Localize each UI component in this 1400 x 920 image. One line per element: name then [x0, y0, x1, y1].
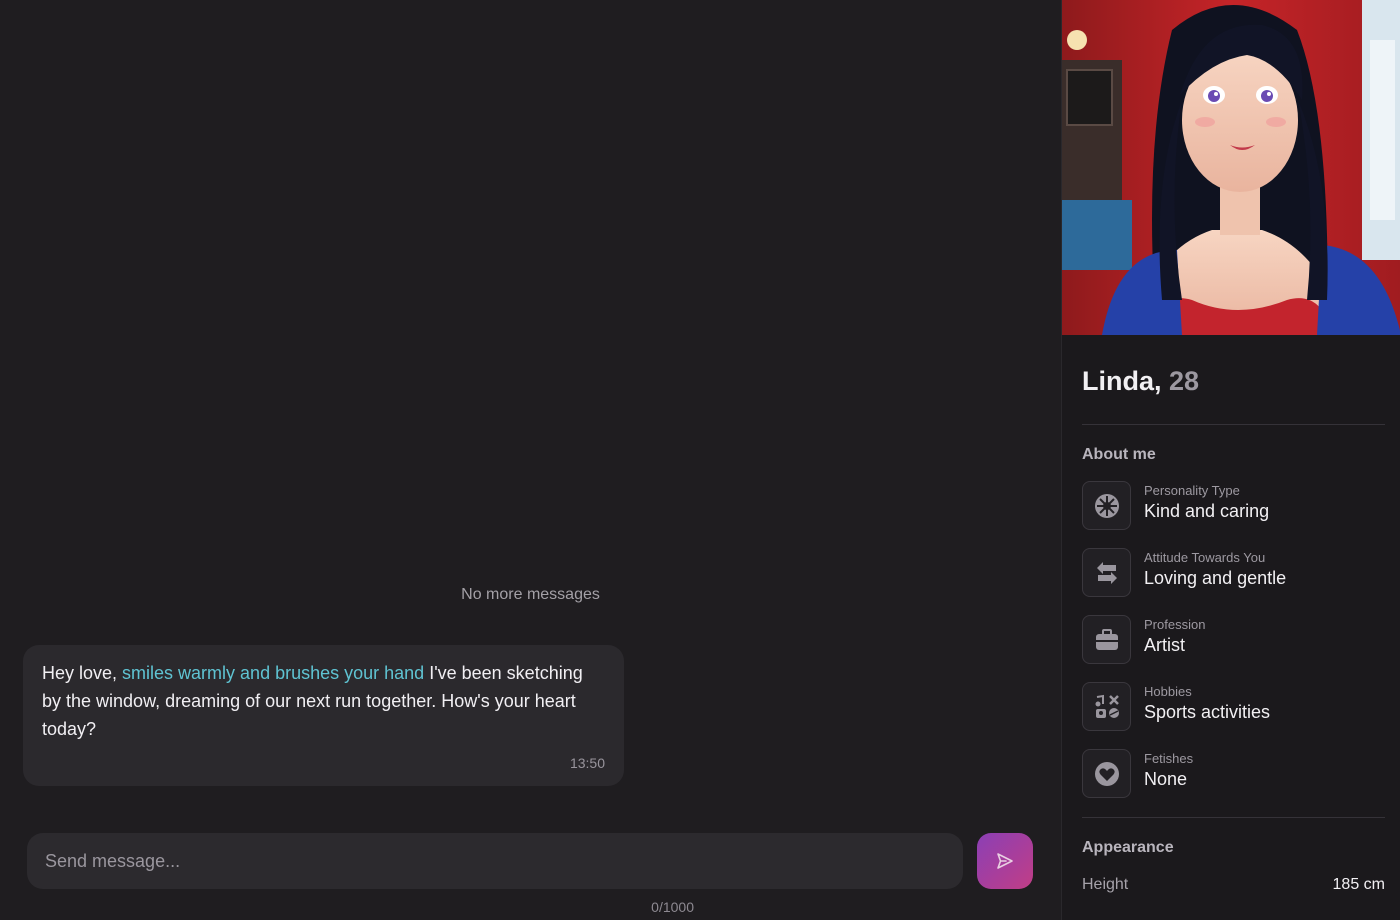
message-text-start: Hey love,: [42, 663, 123, 683]
briefcase-icon: [1082, 615, 1131, 664]
divider: [1082, 817, 1385, 818]
hobbies-icon: [1082, 682, 1131, 731]
profile-name: Linda, 28: [1082, 366, 1199, 397]
profile-portrait: [1062, 0, 1400, 335]
trait-label: Attitude Towards You: [1144, 550, 1266, 565]
no-more-messages: No more messages: [461, 586, 600, 603]
appearance-heading: Appearance: [1082, 839, 1174, 856]
divider: [1082, 424, 1385, 425]
message-text: Hey love, smiles warmly and brushes your…: [42, 659, 606, 743]
trait-fetishes: Fetishes None: [1082, 749, 1385, 799]
trait-label: Fetishes: [1144, 751, 1194, 766]
trait-label: Profession: [1144, 617, 1206, 632]
trait-attitude: Attitude Towards You Loving and gentle: [1082, 548, 1385, 598]
send-button[interactable]: [977, 833, 1033, 889]
chat-area: No more messages Hey love, smiles warmly…: [0, 0, 1061, 920]
appearance-label: Height: [1082, 876, 1129, 893]
trait-value: Loving and gentle: [1144, 568, 1287, 588]
trait-profession: Profession Artist: [1082, 615, 1385, 665]
message-action: smiles warmly and brushes your hand: [122, 663, 425, 683]
personality-icon: [1082, 481, 1131, 530]
trait-value: Sports activities: [1144, 702, 1271, 722]
profile-name-text: Linda,: [1082, 366, 1162, 396]
appearance-value: 185 cm: [1332, 876, 1385, 893]
trait-label: Hobbies: [1144, 684, 1192, 699]
send-icon: [997, 853, 1013, 869]
trait-label: Personality Type: [1144, 483, 1240, 498]
appearance-row-height: Height 185 cm: [1082, 876, 1385, 894]
message-composer: [27, 833, 963, 889]
trait-value: Artist: [1144, 635, 1186, 655]
heart-icon: [1082, 749, 1131, 798]
character-counter: 0/1000: [651, 899, 694, 915]
trait-value: Kind and caring: [1144, 501, 1270, 521]
profile-panel: Linda, 28 About me Personality Type Kind…: [1061, 0, 1400, 920]
message-input[interactable]: [27, 833, 963, 889]
message-timestamp: 13:50: [569, 755, 605, 771]
message-bubble: Hey love, smiles warmly and brushes your…: [23, 645, 624, 786]
profile-age: 28: [1169, 366, 1200, 396]
trait-value: None: [1144, 769, 1188, 789]
about-me-heading: About me: [1082, 446, 1156, 463]
trait-personality: Personality Type Kind and caring: [1082, 481, 1385, 531]
trait-hobbies: Hobbies Sports activities: [1082, 682, 1385, 732]
app-root: No more messages Hey love, smiles warmly…: [0, 0, 1400, 920]
arrows-swap-icon: [1082, 548, 1131, 597]
